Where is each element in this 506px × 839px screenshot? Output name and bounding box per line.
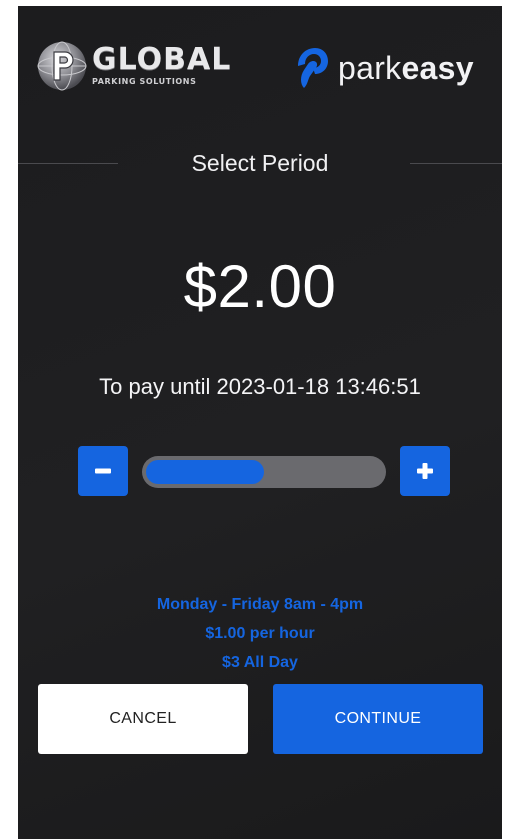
period-slider[interactable] [142,456,386,488]
divider-right [410,163,502,164]
period-slider-fill [146,460,264,484]
app-name-regular: park [338,50,402,86]
plus-icon [417,463,433,479]
parkeasy-logo: parkeasy [294,44,474,92]
continue-button[interactable]: CONTINUE [273,684,483,754]
globe-p-icon [37,41,87,91]
app-wordmark: parkeasy [338,51,474,85]
parking-app-screen: GLOBAL PARKING SOLUTIONS parkeasy Select… [18,6,502,839]
period-slider-row [18,442,502,500]
cancel-button[interactable]: CANCEL [38,684,248,754]
minus-icon [95,468,111,474]
parkeasy-p-icon [298,48,328,88]
app-name-bold: easy [401,50,474,86]
global-parking-logo: GLOBAL PARKING SOLUTIONS [36,38,231,94]
price-amount: $2.00 [183,253,337,320]
decrease-period-button[interactable] [78,446,128,496]
rate-hourly: $1.00 per hour [205,625,315,642]
pay-until-text: To pay until 2023-01-18 13:46:51 [99,374,421,399]
header: GLOBAL PARKING SOLUTIONS parkeasy [18,30,502,102]
rate-hours: Monday - Friday 8am - 4pm [156,596,364,613]
increase-period-button[interactable] [400,446,450,496]
operator-tagline: PARKING SOLUTIONS [92,77,197,86]
section-title-row: Select Period [18,146,502,182]
global-wordmark: GLOBAL PARKING SOLUTIONS [92,45,231,87]
rate-all-day: $3 All Day [222,654,298,671]
operator-name: GLOBAL [92,42,232,77]
rate-info: Monday - Friday 8am - 4pm $1.00 per hour… [18,590,502,677]
